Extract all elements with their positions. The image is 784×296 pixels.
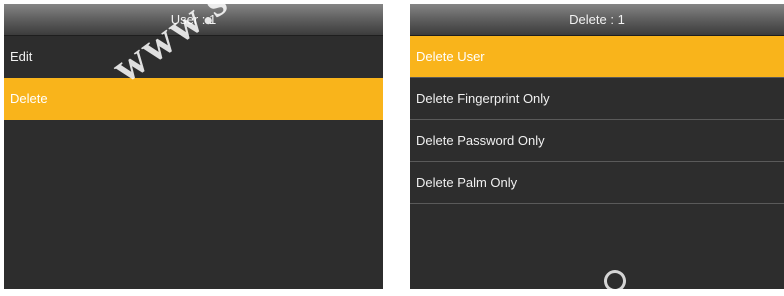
menu-item-delete-user[interactable]: Delete User <box>410 36 784 78</box>
menu-item-delete-password-only[interactable]: Delete Password Only <box>410 120 784 162</box>
screen-title: User : 1 <box>4 4 383 36</box>
menu-item-delete[interactable]: Delete <box>4 78 383 120</box>
user-menu-screen: User : 1 Edit Delete <box>4 4 383 289</box>
menu-item-edit[interactable]: Edit <box>4 36 383 78</box>
menu-item-delete-palm-only[interactable]: Delete Palm Only <box>410 162 784 204</box>
delete-menu-screen: Delete : 1 Delete User Delete Fingerprin… <box>410 4 784 289</box>
screen-title: Delete : 1 <box>410 4 784 36</box>
menu-item-delete-fingerprint-only[interactable]: Delete Fingerprint Only <box>410 78 784 120</box>
